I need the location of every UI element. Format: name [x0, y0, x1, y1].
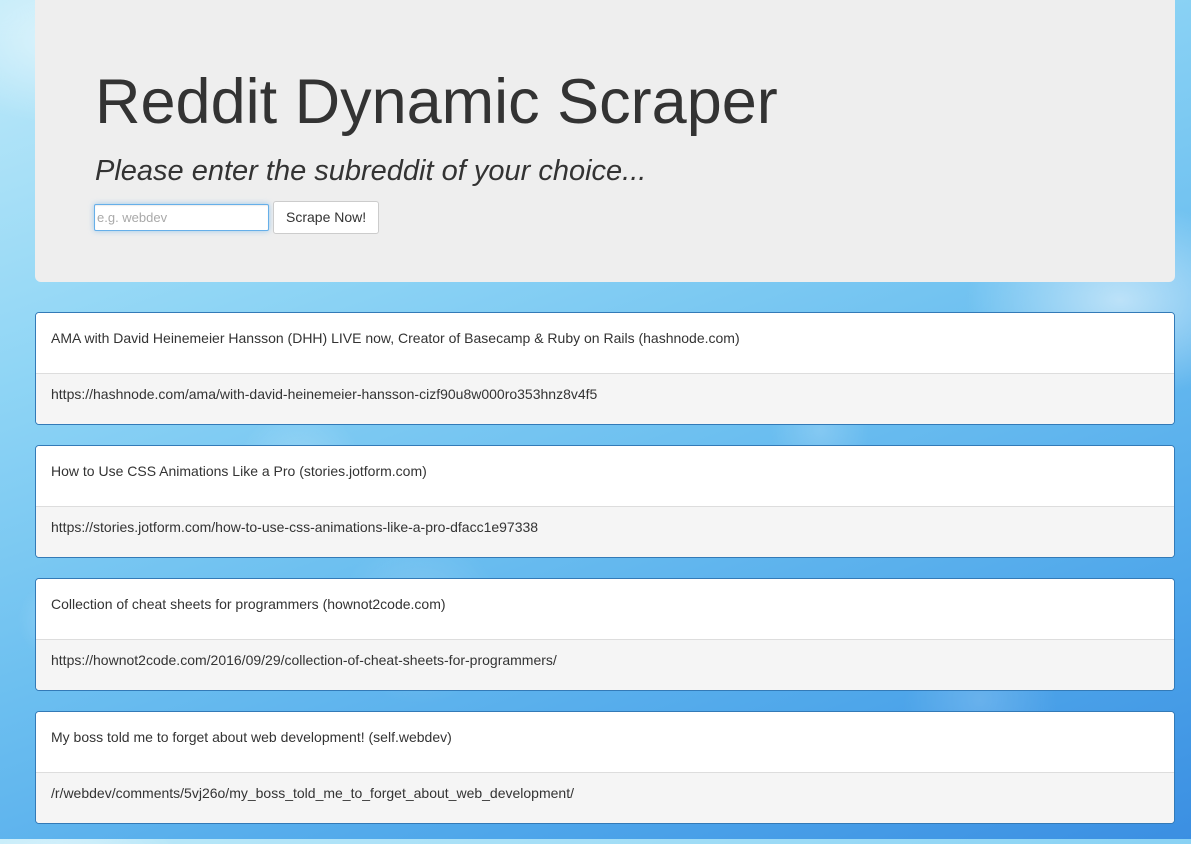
post-url: /r/webdev/comments/5vj26o/my_boss_told_m… — [36, 773, 1174, 823]
results-list: AMA with David Heinemeier Hansson (DHH) … — [35, 312, 1175, 844]
result-panel: My boss told me to forget about web deve… — [35, 711, 1175, 824]
post-url: https://hownot2code.com/2016/09/29/colle… — [36, 640, 1174, 690]
jumbotron-header: Reddit Dynamic Scraper Please enter the … — [35, 0, 1175, 282]
subreddit-form: Scrape Now! — [94, 200, 380, 234]
result-panel: AMA with David Heinemeier Hansson (DHH) … — [35, 312, 1175, 425]
post-title: My boss told me to forget about web deve… — [36, 712, 1174, 773]
page-title: Reddit Dynamic Scraper — [95, 67, 778, 137]
post-url: https://stories.jotform.com/how-to-use-c… — [36, 507, 1174, 557]
post-title: AMA with David Heinemeier Hansson (DHH) … — [36, 313, 1174, 374]
post-title: How to Use CSS Animations Like a Pro (st… — [36, 446, 1174, 507]
scrape-now-button[interactable]: Scrape Now! — [273, 200, 380, 234]
result-panel: Collection of cheat sheets for programme… — [35, 578, 1175, 691]
post-url: https://hashnode.com/ama/with-david-hein… — [36, 374, 1174, 424]
page-subtitle: Please enter the subreddit of your choic… — [95, 155, 647, 187]
result-panel: How to Use CSS Animations Like a Pro (st… — [35, 445, 1175, 558]
post-title: Collection of cheat sheets for programme… — [36, 579, 1174, 640]
subreddit-input[interactable] — [94, 203, 269, 231]
